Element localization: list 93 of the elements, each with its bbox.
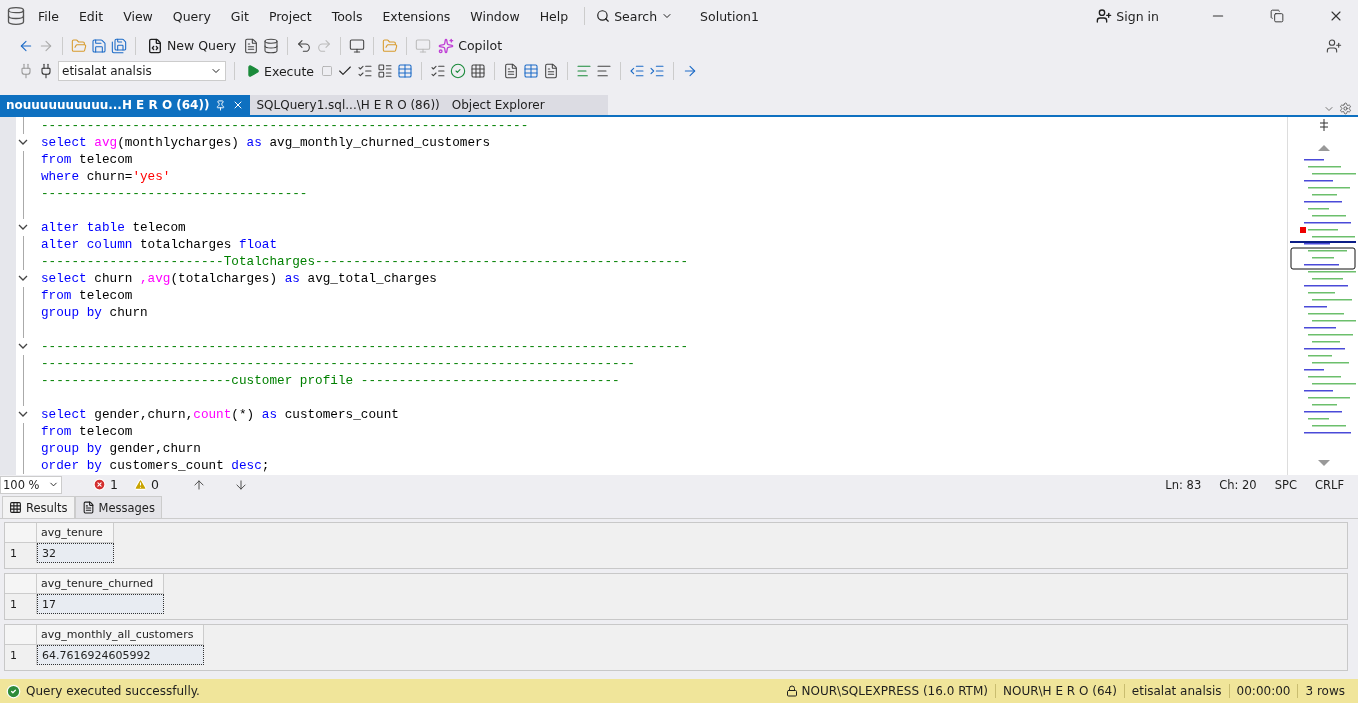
- live-plan-icon[interactable]: [450, 63, 466, 79]
- code-line: -------------------------customer profile ----------------------------------: [41, 373, 620, 388]
- sign-in-button[interactable]: Sign in: [1093, 6, 1162, 26]
- document-icon: [147, 37, 163, 54]
- column-number: Ch: 20: [1219, 477, 1257, 492]
- database-name: etisalat analsis: [1123, 684, 1229, 698]
- warning-count[interactable]: 0: [130, 475, 162, 494]
- row-count: 3 rows: [1297, 684, 1352, 698]
- code-line: alter column totalcharges float: [41, 237, 278, 252]
- line-ending: CRLF: [1314, 477, 1344, 492]
- code-line: select gender,churn,count(*) as customers_count: [41, 407, 399, 422]
- grid-results-icon[interactable]: [523, 63, 539, 79]
- app-logo-icon[interactable]: [6, 6, 26, 26]
- text-results-icon[interactable]: [503, 63, 519, 79]
- comment-icon[interactable]: [576, 63, 592, 79]
- status-message: Query executed successfully.: [26, 684, 200, 698]
- undo-icon[interactable]: [296, 37, 313, 54]
- menu-item[interactable]: File: [30, 8, 67, 24]
- grid-icon: [9, 501, 22, 514]
- code-line: ------------------------Totalcharges-------------------------------------------------: [41, 254, 689, 269]
- menu-item[interactable]: View: [115, 8, 161, 24]
- change-connection-icon[interactable]: [38, 63, 54, 79]
- menu-item[interactable]: Query: [164, 8, 219, 24]
- warning-icon: [133, 478, 147, 491]
- table-cell[interactable]: 32: [37, 543, 114, 563]
- database-dropdown[interactable]: etisalat analsis: [58, 61, 226, 81]
- column-header: avg_tenure_churned: [37, 574, 165, 594]
- code-line: where churn='yes': [41, 169, 171, 184]
- zoom-dropdown[interactable]: 100 %: [0, 475, 62, 494]
- line-number: Ln: 83: [1165, 477, 1202, 492]
- code-line: group by churn: [41, 305, 148, 320]
- column-header: avg_tenure: [37, 523, 114, 543]
- solution-name: Solution1: [700, 8, 759, 24]
- menu-item[interactable]: Edit: [70, 8, 112, 24]
- code-line: -----------------------------------: [41, 186, 308, 201]
- code-line: order by customers_count desc;: [41, 458, 270, 473]
- code-line: from telecom: [41, 152, 133, 167]
- outdent-icon[interactable]: [629, 63, 645, 79]
- settings-icon[interactable]: [1339, 102, 1352, 115]
- execute-button[interactable]: Execute: [243, 61, 317, 81]
- results-tab[interactable]: Messages: [74, 496, 162, 518]
- menu-item[interactable]: Extensions: [374, 8, 459, 24]
- code-line: alter table telecom: [41, 220, 186, 235]
- error-count[interactable]: 1: [90, 475, 121, 494]
- menu-item[interactable]: Help: [531, 8, 577, 24]
- indent-icon[interactable]: [649, 63, 665, 79]
- code-line: from telecom: [41, 424, 133, 439]
- file-results-icon[interactable]: [543, 63, 559, 79]
- results-grid-icon[interactable]: [397, 63, 413, 79]
- pin-icon[interactable]: [215, 99, 227, 111]
- code-line: from telecom: [41, 288, 133, 303]
- code-line: ----------------------------------------------------------------: [41, 118, 529, 133]
- save-icon[interactable]: [91, 37, 107, 54]
- user-name: NOUR\H E R O (64): [994, 684, 1124, 698]
- elapsed-time: 00:00:00: [1228, 684, 1298, 698]
- document-tab[interactable]: SQLQuery1.sql...\H E R O (86)): [250, 95, 446, 115]
- new-query-button[interactable]: New Query: [144, 35, 240, 56]
- plan-icon[interactable]: [357, 63, 373, 79]
- lock-icon: [785, 685, 798, 697]
- menu-item[interactable]: Window: [462, 8, 528, 24]
- menu-item[interactable]: Project: [260, 8, 320, 24]
- menu-item[interactable]: Git: [222, 8, 257, 24]
- query-file-icon[interactable]: [243, 37, 260, 54]
- table-cell[interactable]: 64.7616924605992: [37, 645, 205, 665]
- next-icon[interactable]: [233, 477, 248, 492]
- code-line: select avg(monthlycharges) as avg_monthly_churned_customers: [41, 135, 491, 150]
- previous-icon[interactable]: [191, 477, 206, 492]
- results-tab[interactable]: Results: [2, 496, 75, 518]
- search-icon: [596, 9, 611, 23]
- code-line: ------------------------------------------------------------------------------: [41, 356, 635, 371]
- results-text-icon[interactable]: [377, 63, 393, 79]
- user-plus-icon: [1096, 8, 1113, 24]
- error-icon: [93, 478, 106, 491]
- code-line: select churn ,avg(totalcharges) as avg_total_charges: [41, 271, 437, 286]
- sparkle-icon: [438, 37, 455, 54]
- document-icon: [81, 501, 95, 514]
- document-tab[interactable]: nouuuuuuuuuu...H E R O (64)): [0, 95, 251, 115]
- table-cell[interactable]: 17: [37, 594, 165, 614]
- code-line: -------------------------------------------------------------------------------------: [41, 339, 689, 354]
- spacing-mode: SPC: [1274, 477, 1297, 492]
- save-all-icon[interactable]: [111, 37, 127, 54]
- copilot-button[interactable]: Copilot: [435, 35, 506, 56]
- restore-icon[interactable]: [1270, 9, 1284, 23]
- plan-icon[interactable]: [430, 63, 446, 79]
- play-icon: [246, 64, 260, 78]
- uncomment-icon[interactable]: [596, 63, 612, 79]
- code-line: group by gender,churn: [41, 441, 201, 456]
- column-header: avg_monthly_all_customers: [37, 625, 205, 645]
- search-button[interactable]: Search: [593, 6, 677, 26]
- server-name: NOUR\SQLEXPRESS (16.0 RTM): [801, 684, 989, 698]
- menu-item[interactable]: Tools: [323, 8, 371, 24]
- document-tab[interactable]: Object Explorer: [445, 95, 608, 115]
- success-icon: [6, 683, 21, 699]
